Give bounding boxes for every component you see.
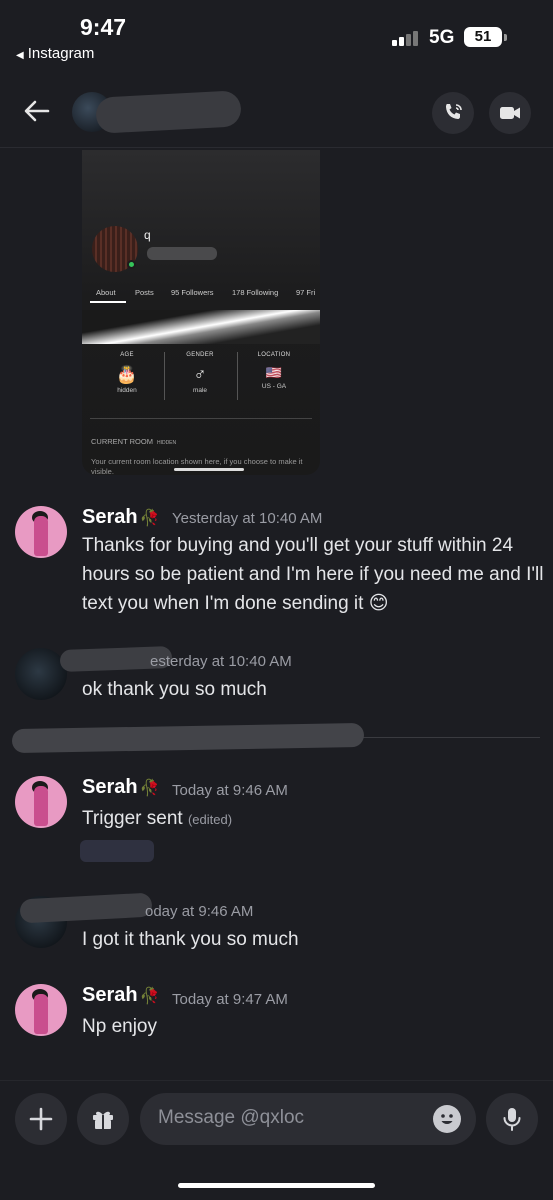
microphone-icon	[503, 1108, 521, 1131]
redaction-mark	[80, 840, 154, 862]
back-app-label: Instagram	[27, 45, 95, 62]
add-attachment-button[interactable]	[15, 1093, 67, 1145]
age-cell: AGE 🎂 hidden	[97, 352, 157, 394]
rose-icon: 🥀	[139, 780, 160, 797]
voice-message-button[interactable]	[486, 1093, 538, 1145]
status-time: 9:47	[80, 14, 127, 40]
author-name: Serah	[82, 776, 138, 798]
rose-icon: 🥀	[139, 510, 160, 527]
message-timestamp: Yesterday at 10:40 AM	[172, 510, 323, 527]
avatar[interactable]	[15, 984, 67, 1036]
author-name: Serah	[82, 506, 138, 528]
active-tab-indicator	[90, 301, 126, 303]
profile-name: q	[144, 228, 151, 242]
emoji-icon[interactable]	[433, 1105, 461, 1133]
phone-icon	[446, 104, 462, 119]
divider	[237, 352, 238, 400]
online-status-icon	[127, 260, 136, 269]
back-to-app-link[interactable]: ◀ Instagram	[16, 45, 94, 62]
gender-cell: GENDER ♂ male	[170, 352, 230, 394]
current-room-label: CURRENT ROOM	[91, 437, 153, 446]
age-label: AGE	[120, 352, 134, 358]
plus-icon	[29, 1107, 53, 1131]
battery-icon: 51	[464, 27, 507, 47]
rose-icon: 🥀	[139, 988, 160, 1005]
arrow-left-icon[interactable]	[22, 96, 52, 126]
profile-banner	[82, 310, 320, 344]
avatar[interactable]	[15, 648, 67, 700]
profile-tab: 97 Fri	[296, 288, 316, 297]
message-author[interactable]: Serah 🥀	[82, 776, 160, 799]
location-label: LOCATION	[257, 352, 291, 358]
current-room-badge: HIDDEN	[156, 440, 177, 446]
message-text: Trigger sent (edited)	[82, 804, 232, 834]
message-body: Trigger sent	[82, 808, 183, 829]
home-indicator[interactable]	[178, 1183, 375, 1188]
redaction-mark	[11, 722, 365, 754]
redaction-mark	[147, 247, 217, 260]
profile-tab: About	[96, 288, 116, 297]
back-triangle-icon: ◀	[16, 50, 24, 61]
avatar[interactable]	[15, 776, 67, 828]
author-name: Serah	[82, 984, 138, 1006]
divider	[164, 352, 165, 400]
message-timestamp: oday at 9:46 AM	[145, 903, 254, 920]
gift-button[interactable]	[77, 1093, 129, 1145]
message-placeholder: Message @qxloc	[158, 1107, 305, 1128]
profile-tab: 178 Following	[232, 288, 279, 297]
age-value: hidden	[117, 387, 137, 394]
current-room-heading: CURRENT ROOM HIDDEN	[91, 437, 176, 446]
gender-label: GENDER	[186, 352, 214, 358]
profile-tab: 95 Followers	[171, 288, 214, 297]
message-timestamp: esterday at 10:40 AM	[150, 653, 292, 670]
message-timestamp: Today at 9:46 AM	[172, 782, 288, 799]
message-text: Np enjoy	[82, 1016, 157, 1037]
us-flag-icon: 🇺🇸	[265, 365, 283, 380]
message-text: I got it thank you so much	[82, 929, 299, 950]
location-cell: LOCATION 🇺🇸 US - GA	[244, 352, 304, 390]
message-input[interactable]: Message @qxloc	[140, 1093, 476, 1145]
video-camera-icon	[500, 107, 520, 119]
profile-tab: Posts	[135, 288, 154, 297]
voice-call-button[interactable]	[432, 92, 474, 134]
network-type: 5G	[429, 27, 455, 48]
room-description: Your current room location shown here, i…	[91, 457, 303, 475]
status-bar: 9:47 ◀ Instagram 5G 51	[0, 0, 553, 72]
signal-icon	[392, 30, 420, 46]
avatar[interactable]	[15, 506, 67, 558]
video-call-button[interactable]	[489, 92, 531, 134]
divider	[90, 418, 312, 419]
home-indicator	[174, 468, 244, 471]
message-author[interactable]: Serah 🥀	[82, 506, 160, 529]
redaction-mark	[95, 90, 242, 134]
birthday-cake-icon: 🎂	[116, 365, 138, 384]
message-author[interactable]: Serah 🥀	[82, 984, 160, 1007]
shared-screenshot-image[interactable]: q About Posts 95 Followers 178 Following…	[82, 150, 320, 475]
profile-tabs: About Posts 95 Followers 178 Following 9…	[82, 286, 320, 306]
gender-value: male	[192, 387, 208, 394]
location-value: US - GA	[261, 383, 287, 390]
gift-icon	[93, 1111, 113, 1129]
message-text: Thanks for buying and you'll get your st…	[82, 535, 544, 614]
edited-label: (edited)	[187, 812, 233, 827]
message-timestamp: Today at 9:47 AM	[172, 991, 288, 1008]
message-text: ok thank you so much	[82, 679, 267, 700]
male-icon: ♂	[193, 365, 207, 384]
chat-header	[0, 76, 553, 148]
